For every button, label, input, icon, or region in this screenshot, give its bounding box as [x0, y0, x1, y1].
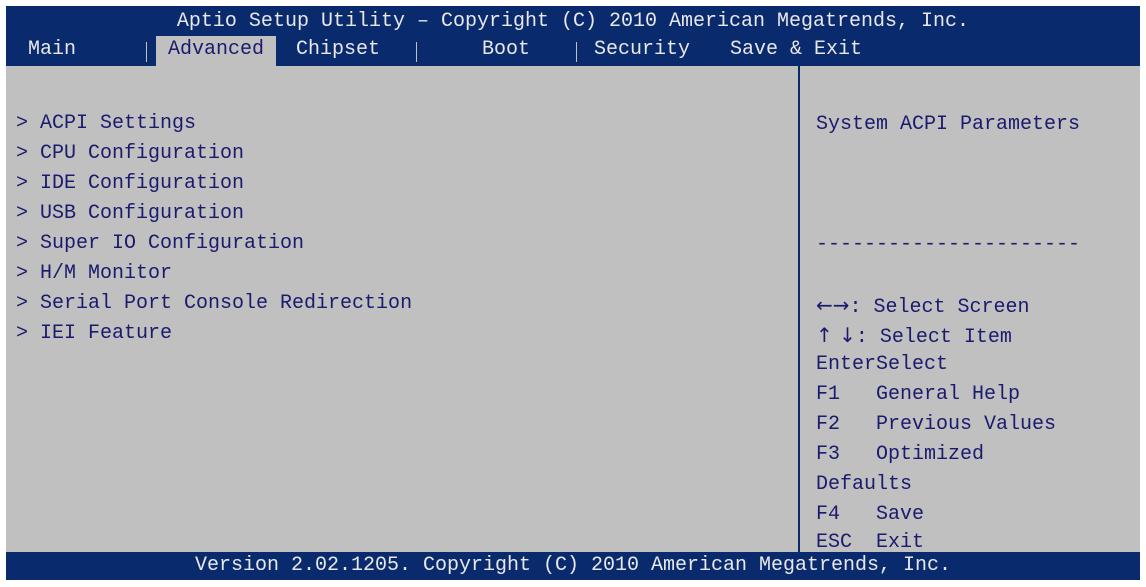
menu-item-serial-port-console-redirection[interactable]: > Serial Port Console Redirection: [16, 289, 412, 319]
key-hint-action: Exit: [852, 531, 925, 554]
help-panel: System ACPI Parameters -----------------…: [802, 66, 1140, 554]
header-bar: Aptio Setup Utility – Copyright (C) 2010…: [6, 6, 1140, 66]
tab-chipset[interactable]: Chipset: [296, 36, 380, 66]
menu-item-hm-monitor[interactable]: > H/M Monitor: [16, 259, 172, 289]
left-right-arrow-icon: ←→: [816, 293, 850, 317]
up-down-arrow-icon: ↑ ↓: [816, 323, 856, 347]
footer-version: Version 2.02.1205. Copyright (C) 2010 Am…: [6, 552, 1140, 580]
help-separator: ----------------------: [816, 233, 1081, 256]
key-hint-action: Defaults: [816, 473, 913, 496]
tab-boot[interactable]: Boot: [482, 36, 530, 66]
key-hint-f4: F4 Save: [816, 500, 924, 530]
key-hint-action: Save: [840, 503, 925, 526]
menu-item-super-io-configuration[interactable]: > Super IO Configuration: [16, 229, 304, 259]
key-hint-f2: F2 Previous Values: [816, 410, 1056, 440]
key-hint-action: : Select Screen: [849, 296, 1030, 319]
advanced-menu-panel: > ACPI Settings > CPU Configuration > ID…: [6, 66, 798, 552]
window-title: Aptio Setup Utility – Copyright (C) 2010…: [176, 10, 970, 33]
menu-item-iei-feature[interactable]: > IEI Feature: [16, 319, 172, 349]
key-hint-select-item: ↑ ↓: Select Item: [816, 320, 1012, 350]
tab-separator: [416, 42, 417, 62]
key-hint-f1: F1 General Help: [816, 380, 1020, 410]
tab-security[interactable]: Security: [594, 36, 690, 66]
tab-advanced[interactable]: Advanced: [156, 36, 277, 66]
key-hint-key: ESC: [816, 531, 853, 554]
key-hint-action: Optimized: [840, 443, 985, 466]
key-hint-select-screen: ←→: Select Screen: [816, 290, 1030, 320]
key-hint-action: General Help: [840, 383, 1021, 406]
panel-divider: [798, 66, 800, 552]
tab-separator: [146, 42, 147, 62]
key-hint-enter: EnterSelect: [816, 350, 948, 380]
key-hint-action: : Select Item: [855, 326, 1012, 349]
menu-item-acpi-settings[interactable]: > ACPI Settings: [16, 109, 196, 139]
key-hint-action: Previous Values: [840, 413, 1057, 436]
tab-save-exit[interactable]: Save & Exit: [730, 36, 862, 66]
bios-screen: Aptio Setup Utility – Copyright (C) 2010…: [6, 6, 1140, 580]
key-hint-f3-continued: Defaults: [816, 470, 912, 500]
menu-item-usb-configuration[interactable]: > USB Configuration: [16, 199, 244, 229]
key-hint-key: F3: [816, 443, 841, 466]
tab-separator: [576, 42, 577, 62]
tab-bar: Main Advanced Chipset Boot Security Save…: [6, 36, 1140, 66]
key-hint-key: Enter: [816, 353, 877, 376]
tab-main[interactable]: Main: [28, 36, 76, 66]
menu-item-ide-configuration[interactable]: > IDE Configuration: [16, 169, 244, 199]
key-hint-key: F2: [816, 413, 841, 436]
key-hint-key: F4: [816, 503, 841, 526]
menu-item-cpu-configuration[interactable]: > CPU Configuration: [16, 139, 244, 169]
key-hint-key: F1: [816, 383, 841, 406]
help-description: System ACPI Parameters: [816, 113, 1081, 136]
key-hint-action: Select: [876, 353, 949, 376]
key-hint-f3: F3 Optimized: [816, 440, 984, 470]
